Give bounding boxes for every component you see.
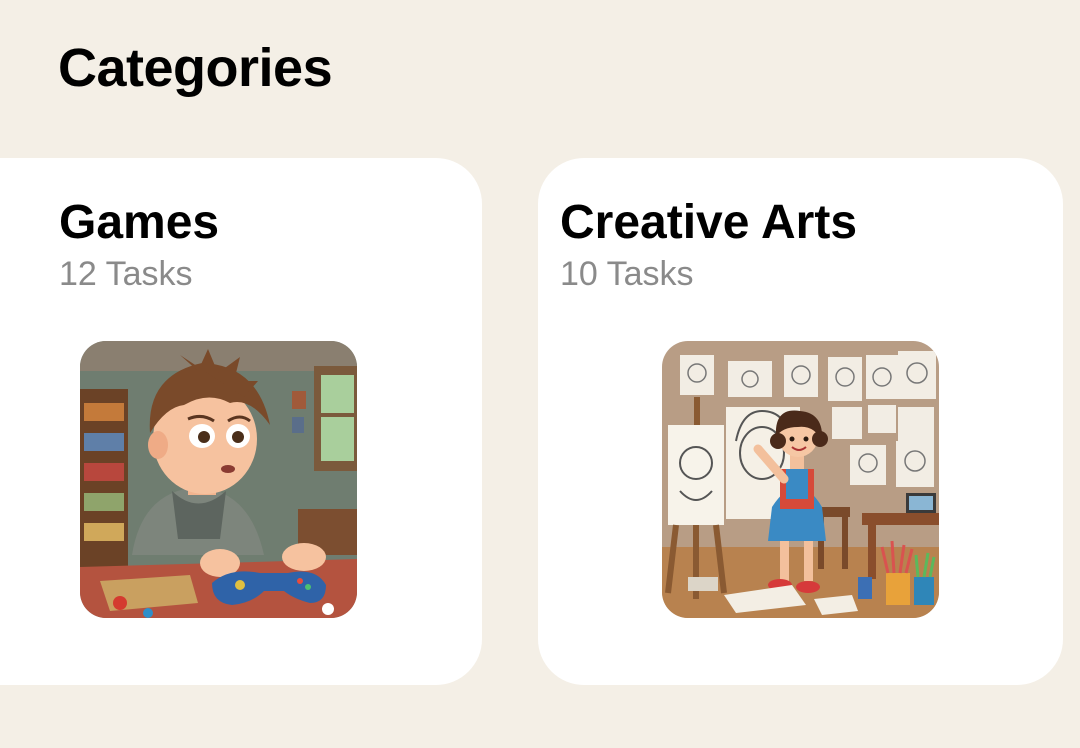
category-task-count: 10 Tasks [560,255,694,293]
games-illustration [80,341,357,618]
category-card-creative-arts[interactable]: Creative Arts 10 Tasks [538,158,1063,685]
category-card-games[interactable]: Games 12 Tasks [0,158,482,685]
page-title: Categories [58,38,333,98]
creative-arts-illustration [662,341,939,618]
category-title: Creative Arts [560,196,858,249]
category-title: Games [59,196,220,249]
category-task-count: 12 Tasks [59,255,193,293]
